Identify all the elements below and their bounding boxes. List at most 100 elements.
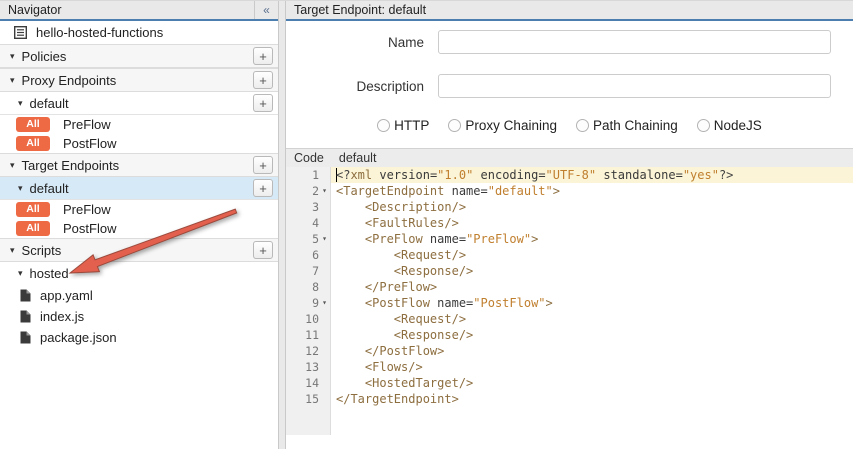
radio-circle-icon[interactable] xyxy=(697,119,710,132)
add-default-button[interactable]: + xyxy=(253,179,273,197)
xml-code-editor[interactable]: 1 <?xml version="1.0" encoding="UTF-8" st… xyxy=(286,167,853,435)
code-text[interactable]: <FaultRules/> xyxy=(331,215,853,231)
code-line-2[interactable]: 2▾<TargetEndpoint name="default"> xyxy=(286,183,853,199)
sidebar-item-label: app.yaml xyxy=(40,288,93,303)
code-text[interactable]: <?xml version="1.0" encoding="UTF-8" sta… xyxy=(331,167,853,183)
line-number: 8 xyxy=(312,279,319,295)
chevron-down-icon[interactable]: ▾ xyxy=(10,160,15,171)
name-label: Name xyxy=(286,35,438,50)
file-icon xyxy=(20,289,31,302)
radio-circle-icon[interactable] xyxy=(576,119,589,132)
code-text[interactable]: <Description/> xyxy=(331,199,853,215)
line-number-gutter xyxy=(286,407,331,435)
fold-arrow-icon[interactable]: ▾ xyxy=(319,231,330,247)
line-number-gutter: 6 xyxy=(286,247,331,263)
sidebar-item-hosted[interactable]: ▾hosted xyxy=(0,262,278,285)
code-text[interactable]: <PreFlow name="PreFlow"> xyxy=(331,231,853,247)
code-line-1[interactable]: 1 <?xml version="1.0" encoding="UTF-8" st… xyxy=(286,167,853,183)
code-text[interactable]: </PostFlow> xyxy=(331,343,853,359)
radio-label: HTTP xyxy=(394,118,429,133)
code-line-5[interactable]: 5▾ <PreFlow name="PreFlow"> xyxy=(286,231,853,247)
sidebar-item-preflow[interactable]: AllPreFlow xyxy=(0,115,278,134)
radio-circle-icon[interactable] xyxy=(448,119,461,132)
radio-label: Path Chaining xyxy=(593,118,678,133)
code-tab-label: Code xyxy=(294,151,324,165)
code-text[interactable]: </PreFlow> xyxy=(331,279,853,295)
code-text[interactable]: <HostedTarget/> xyxy=(331,375,853,391)
add-proxy-endpoints-button[interactable]: + xyxy=(253,71,273,89)
code-text[interactable]: <PostFlow name="PostFlow"> xyxy=(331,295,853,311)
sidebar-item-scripts[interactable]: ▾Scripts+ xyxy=(0,238,278,262)
code-line-6[interactable]: 6 <Request/> xyxy=(286,247,853,263)
fold-arrow-icon[interactable]: ▾ xyxy=(319,183,330,199)
navigator-title: Navigator xyxy=(8,3,254,17)
endpoint-type-radio-group: HTTP Proxy Chaining Path Chaining NodeJS xyxy=(286,118,853,133)
code-line-9[interactable]: 9▾ <PostFlow name="PostFlow"> xyxy=(286,295,853,311)
code-text[interactable]: </TargetEndpoint> xyxy=(331,391,853,407)
sidebar-item-proxy-endpoints[interactable]: ▾Proxy Endpoints+ xyxy=(0,68,278,92)
radio-option-http[interactable]: HTTP xyxy=(377,118,429,133)
radio-option-nodejs[interactable]: NodeJS xyxy=(697,118,762,133)
code-file-name[interactable]: default xyxy=(339,151,377,165)
line-number: 15 xyxy=(305,391,319,407)
sidebar-item-preflow[interactable]: AllPreFlow xyxy=(0,200,278,219)
apigee-proxy-editor: Navigator « hello-hosted-functions▾Polic… xyxy=(0,0,853,449)
sidebar-item-app-yaml[interactable]: app.yaml xyxy=(0,285,278,306)
line-number: 1 xyxy=(312,167,319,183)
sidebar-item-hello-hosted-functions[interactable]: hello-hosted-functions xyxy=(0,21,278,44)
code-line-14[interactable]: 14 <HostedTarget/> xyxy=(286,375,853,391)
sidebar-item-postflow[interactable]: AllPostFlow xyxy=(0,219,278,238)
radio-circle-icon[interactable] xyxy=(377,119,390,132)
sidebar-item-label: package.json xyxy=(40,330,117,345)
name-input[interactable] xyxy=(438,30,831,54)
fold-arrow-icon[interactable]: ▾ xyxy=(319,295,330,311)
sidebar-item-default[interactable]: ▾ default + xyxy=(0,92,278,115)
add-policies-button[interactable]: + xyxy=(253,47,273,65)
sidebar-item-index-js[interactable]: index.js xyxy=(0,306,278,327)
sidebar-item-label: default xyxy=(30,96,69,111)
line-number-gutter: 14 xyxy=(286,375,331,391)
description-input[interactable] xyxy=(438,74,831,98)
sidebar-item-policies[interactable]: ▾Policies+ xyxy=(0,44,278,68)
add-default-button[interactable]: + xyxy=(253,94,273,112)
radio-option-path-chaining[interactable]: Path Chaining xyxy=(576,118,678,133)
code-line-11[interactable]: 11 <Response/> xyxy=(286,327,853,343)
line-number-gutter: 11 xyxy=(286,327,331,343)
collapse-sidebar-button[interactable]: « xyxy=(254,1,278,19)
add-scripts-button[interactable]: + xyxy=(253,241,273,259)
code-line-12[interactable]: 12 </PostFlow> xyxy=(286,343,853,359)
radio-option-proxy-chaining[interactable]: Proxy Chaining xyxy=(448,118,557,133)
code-text[interactable]: <Response/> xyxy=(331,327,853,343)
code-line-15[interactable]: 15 </TargetEndpoint> xyxy=(286,391,853,407)
code-line-4[interactable]: 4 <FaultRules/> xyxy=(286,215,853,231)
chevron-down-icon[interactable]: ▾ xyxy=(10,245,15,256)
code-text[interactable]: <Request/> xyxy=(331,311,853,327)
sidebar-item-label: index.js xyxy=(40,309,84,324)
chevron-down-icon[interactable]: ▾ xyxy=(18,268,23,279)
add-target-endpoints-button[interactable]: + xyxy=(253,156,273,174)
code-text[interactable]: <Response/> xyxy=(331,263,853,279)
sidebar-item-target-endpoints[interactable]: ▾Target Endpoints+ xyxy=(0,153,278,177)
code-text[interactable]: <TargetEndpoint name="default"> xyxy=(331,183,853,199)
code-line-10[interactable]: 10 <Request/> xyxy=(286,311,853,327)
code-line-8[interactable]: 8 </PreFlow> xyxy=(286,279,853,295)
description-label: Description xyxy=(286,79,438,94)
sidebar-item-default[interactable]: ▾default+ xyxy=(0,177,278,200)
line-number: 2 xyxy=(312,183,319,199)
code-text[interactable]: <Request/> xyxy=(331,247,853,263)
code-text[interactable]: <Flows/> xyxy=(331,359,853,375)
chevron-down-icon[interactable]: ▾ xyxy=(10,75,15,86)
line-number: 5 xyxy=(312,231,319,247)
code-line-3[interactable]: 3 <Description/> xyxy=(286,199,853,215)
sidebar-item-postflow[interactable]: AllPostFlow xyxy=(0,134,278,153)
endpoint-form: Name Description HTTP Proxy Chaining Path … xyxy=(286,21,853,133)
navigator-header: Navigator « xyxy=(0,1,278,21)
chevron-down-icon[interactable]: ▾ xyxy=(18,98,23,109)
sidebar-item-package-json[interactable]: package.json xyxy=(0,327,278,348)
chevron-down-icon[interactable]: ▾ xyxy=(18,183,23,194)
line-number: 9 xyxy=(312,295,319,311)
chevron-down-icon[interactable]: ▾ xyxy=(10,51,15,62)
target-endpoint-panel: Target Endpoint: default Name Descriptio… xyxy=(285,1,853,449)
code-line-13[interactable]: 13 <Flows/> xyxy=(286,359,853,375)
code-line-7[interactable]: 7 <Response/> xyxy=(286,263,853,279)
